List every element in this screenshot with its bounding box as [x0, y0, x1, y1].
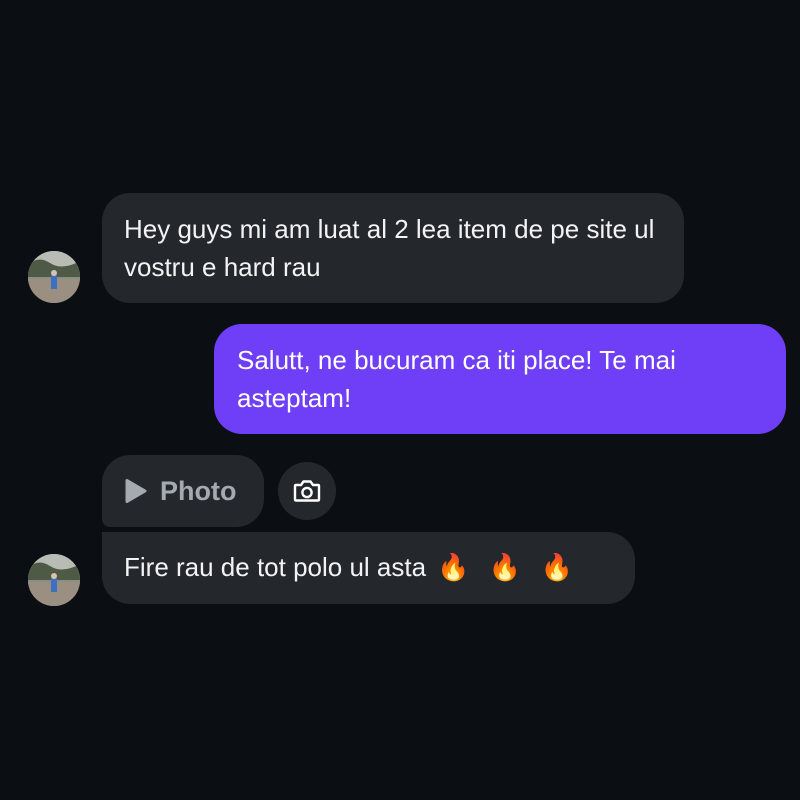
- incoming-message[interactable]: Fire rau de tot polo ul asta 🔥 🔥 🔥: [102, 532, 635, 604]
- outgoing-message[interactable]: Salutt, ne bucuram ca iti place! Te mai …: [214, 324, 786, 434]
- contact-avatar[interactable]: [28, 251, 80, 303]
- avatar-photo-icon: [28, 554, 80, 606]
- camera-icon: [293, 480, 321, 502]
- attachment-label: Photo: [160, 475, 237, 506]
- camera-button[interactable]: [278, 462, 336, 520]
- avatar-photo-icon: [28, 251, 80, 303]
- photo-attachment[interactable]: Photo: [102, 455, 264, 527]
- play-icon: [125, 479, 147, 503]
- incoming-message[interactable]: Hey guys mi am luat al 2 lea item de pe …: [102, 193, 684, 303]
- fire-emoji: 🔥 🔥 🔥: [437, 552, 579, 582]
- message-text: Hey guys mi am luat al 2 lea item de pe …: [124, 214, 655, 282]
- message-text: Fire rau de tot polo ul asta: [124, 552, 427, 582]
- contact-avatar[interactable]: [28, 554, 80, 606]
- chat-thread: Hey guys mi am luat al 2 lea item de pe …: [0, 0, 800, 800]
- message-text: Salutt, ne bucuram ca iti place! Te mai …: [237, 345, 676, 413]
